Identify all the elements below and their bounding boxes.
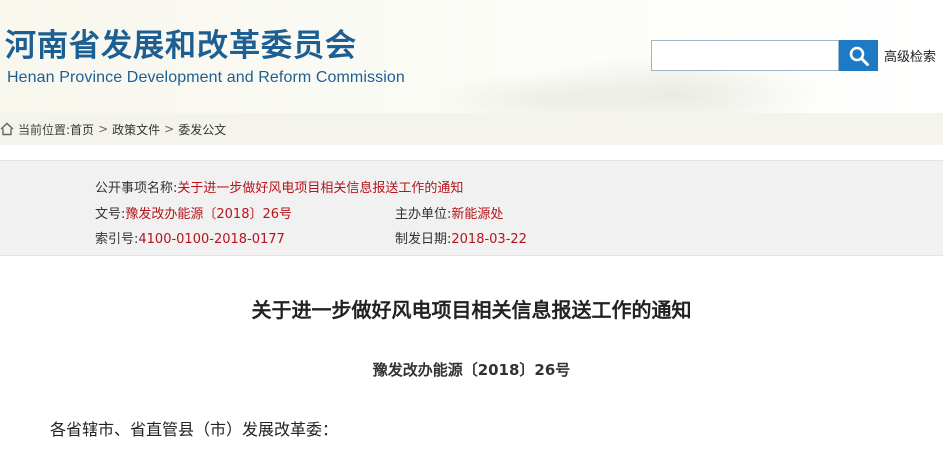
info-date-label: 制发日期: xyxy=(395,232,452,247)
breadcrumb-separator: > xyxy=(164,122,175,136)
advanced-search-link[interactable]: 高级检索 xyxy=(884,46,936,65)
breadcrumb-home-link[interactable]: 首页 xyxy=(70,121,94,138)
document-info-box: 公开事项名称:关于进一步做好风电项目相关信息报送工作的通知 文号:豫发改办能源〔… xyxy=(0,160,943,256)
info-subject: 公开事项名称:关于进一步做好风电项目相关信息报送工作的通知 xyxy=(95,177,463,196)
info-subject-label: 公开事项名称: xyxy=(95,181,178,196)
info-index-value: 4100-0100-2018-0177 xyxy=(138,232,285,247)
site-title-en: Henan Province Development and Reform Co… xyxy=(7,69,405,86)
document-number: 豫发改办能源〔2018〕26号 xyxy=(372,361,571,379)
info-host: 主办单位:新能源处 xyxy=(395,203,503,222)
info-doc-number-value: 豫发改办能源〔2018〕26号 xyxy=(125,207,293,222)
breadcrumb-prefix: 当前位置: xyxy=(18,122,71,137)
info-doc-number: 文号:豫发改办能源〔2018〕26号 xyxy=(95,203,292,222)
info-date: 制发日期:2018-03-22 xyxy=(395,228,527,247)
site-title-cn: 河南省发展和改革委员会 xyxy=(5,28,357,64)
document-title: 关于进一步做好风电项目相关信息报送工作的通知 xyxy=(251,298,692,322)
search-button[interactable] xyxy=(839,40,878,71)
home-icon xyxy=(0,122,14,136)
breadcrumb-documents-link[interactable]: 委发公文 xyxy=(178,121,226,138)
breadcrumb: 当前位置: 首页 > 政策文件 > 委发公文 xyxy=(0,121,226,137)
document-salutation: 各省辖市、省直管县（市）发展改革委： xyxy=(50,420,339,439)
info-date-value: 2018-03-22 xyxy=(451,232,527,247)
info-host-label: 主办单位: xyxy=(395,207,452,222)
search-input[interactable] xyxy=(651,40,839,71)
breadcrumb-policy-link[interactable]: 政策文件 xyxy=(112,121,160,138)
breadcrumb-separator: > xyxy=(98,122,109,136)
info-index-label: 索引号: xyxy=(95,232,139,247)
search-icon xyxy=(849,46,869,66)
info-index: 索引号:4100-0100-2018-0177 xyxy=(95,228,285,247)
site-header: 河南省发展和改革委员会 Henan Province Development a… xyxy=(0,0,943,113)
info-subject-value: 关于进一步做好风电项目相关信息报送工作的通知 xyxy=(177,181,464,196)
info-doc-number-label: 文号: xyxy=(95,207,126,222)
info-host-value: 新能源处 xyxy=(451,207,504,222)
